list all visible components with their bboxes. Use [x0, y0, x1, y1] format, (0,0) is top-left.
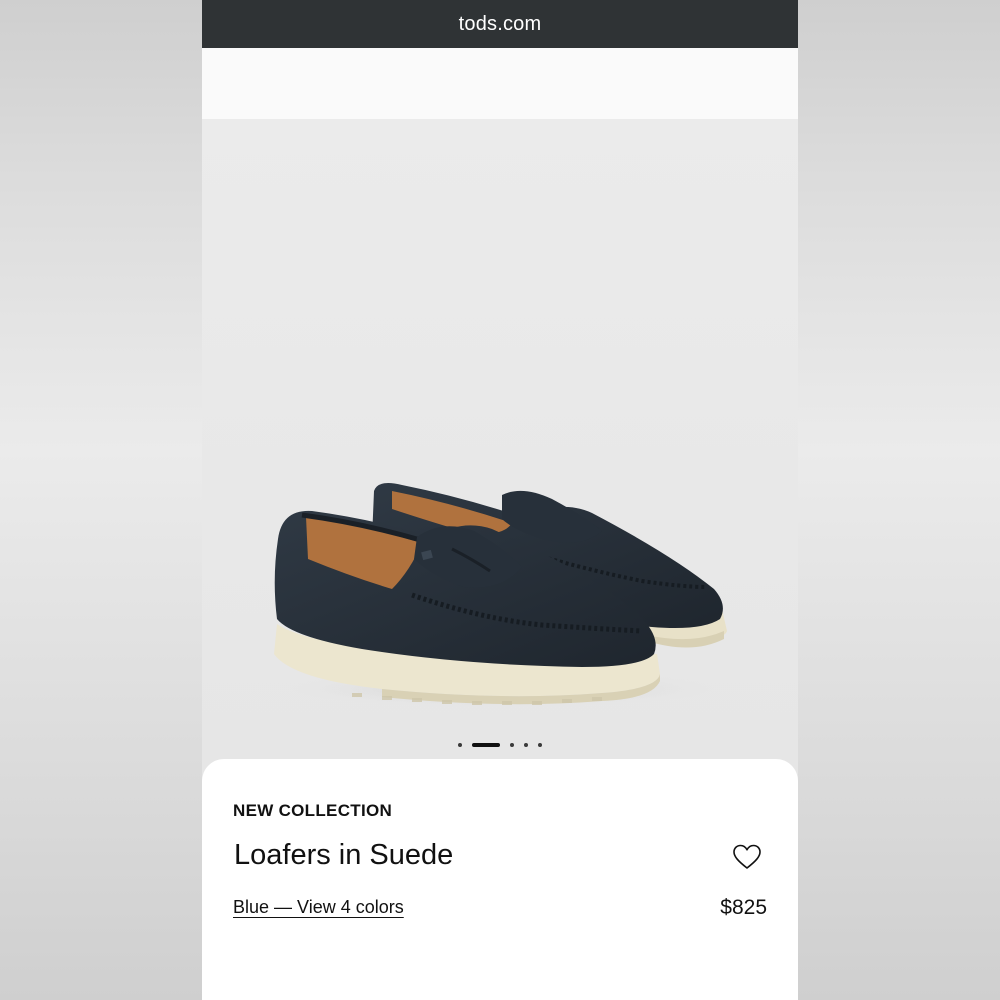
product-image	[272, 483, 732, 709]
product-info-card: NEW COLLECTION Loafers in Suede Blue — V…	[202, 759, 798, 1000]
browser-url-bar[interactable]: tods.com	[202, 0, 798, 48]
background-left-blur	[0, 0, 202, 1000]
heart-outline-icon[interactable]	[732, 843, 762, 871]
product-price: $825	[720, 896, 767, 919]
carousel-dot[interactable]	[524, 743, 528, 747]
product-title: Loafers in Suede	[234, 839, 454, 871]
carousel-dot[interactable]	[538, 743, 542, 747]
page-header-strip	[202, 48, 798, 119]
carousel-dot[interactable]	[458, 743, 462, 747]
collection-label: NEW COLLECTION	[233, 801, 393, 820]
background-right-blur	[798, 0, 1000, 1000]
phone-screen: tods.com NEW COLLECTION Loafers in Suede…	[202, 0, 798, 1000]
product-image-carousel[interactable]	[202, 119, 798, 779]
carousel-dot-active[interactable]	[472, 743, 500, 747]
url-text: tods.com	[458, 12, 542, 35]
view-colors-link[interactable]: Blue — View 4 colors	[233, 897, 404, 918]
carousel-pagination[interactable]	[202, 741, 798, 749]
carousel-dot[interactable]	[510, 743, 514, 747]
